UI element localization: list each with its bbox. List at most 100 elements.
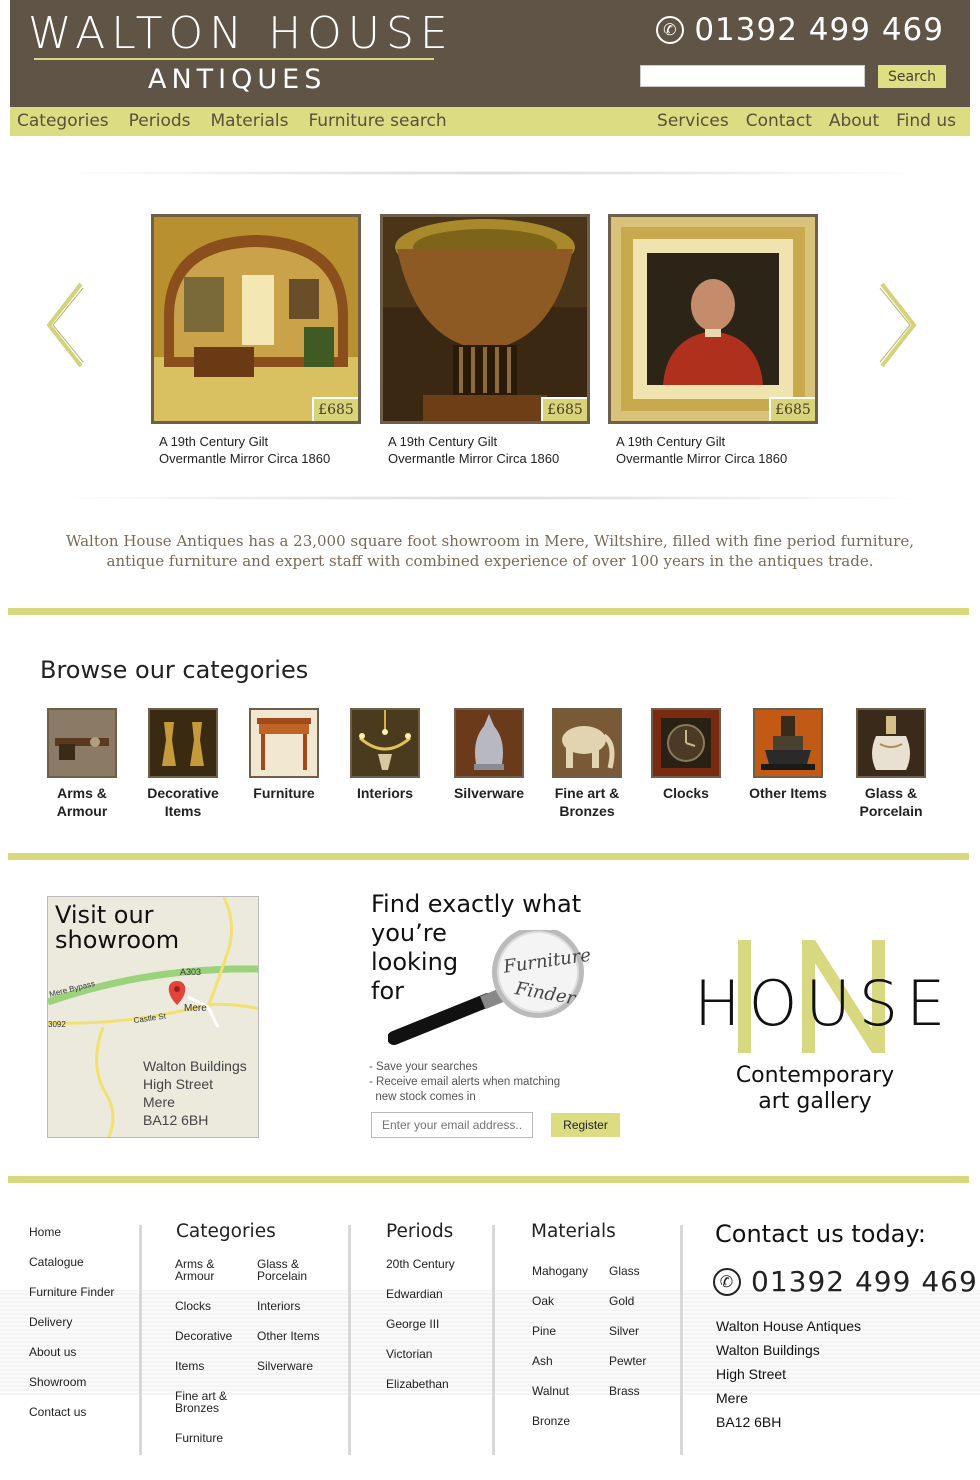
footer-period-elizabethan[interactable]: Elizabethan bbox=[386, 1378, 449, 1390]
address-line: BA12 6BH bbox=[716, 1414, 782, 1430]
footer-link-about-us[interactable]: About us bbox=[29, 1346, 76, 1358]
category-glass-porcelain[interactable]: Glass & Porcelain bbox=[836, 708, 946, 820]
category-silverware[interactable]: Silverware bbox=[434, 708, 544, 802]
carousel-next-button[interactable] bbox=[878, 282, 918, 368]
address-line: Walton Buildings bbox=[716, 1342, 820, 1358]
logo-subtitle[interactable]: ANTIQUES bbox=[148, 64, 326, 95]
finder-bullet: - Save your searches bbox=[369, 1061, 478, 1073]
footer-period-20th-century[interactable]: 20th Century bbox=[386, 1258, 455, 1270]
footer-period-victorian[interactable]: Victorian bbox=[386, 1348, 432, 1360]
category-label: Glass & bbox=[864, 785, 918, 801]
footer-link-contact-us[interactable]: Contact us bbox=[29, 1406, 86, 1418]
showroom-title-line2: showroom bbox=[55, 926, 180, 954]
search-button[interactable]: Search bbox=[878, 65, 946, 88]
product-card[interactable]: £685 A 19th Century Gilt Overmantle Mirr… bbox=[380, 214, 590, 467]
section-band bbox=[8, 608, 969, 615]
category-decorative-items[interactable]: Decorative Items bbox=[128, 708, 238, 820]
nav-materials[interactable]: Materials bbox=[211, 111, 289, 131]
footer-cat-other-items[interactable]: Other Items bbox=[257, 1330, 320, 1342]
footer-cat-arms-armour[interactable]: Arms & Armour bbox=[175, 1258, 214, 1282]
category-other-items[interactable]: Other Items bbox=[733, 708, 843, 802]
finder-title-line: Find exactly what bbox=[371, 890, 582, 918]
footer-periods-title: Periods bbox=[386, 1221, 454, 1242]
product-caption[interactable]: A 19th Century Gilt Overmantle Mirror Ci… bbox=[608, 433, 818, 467]
magnifier-icon[interactable]: Furniture Finder bbox=[388, 930, 598, 1050]
product-card[interactable]: £685 A 19th Century Gilt Overmantle Mirr… bbox=[151, 214, 361, 467]
footer-material-gold[interactable]: Gold bbox=[609, 1295, 634, 1307]
nav-services[interactable]: Services bbox=[657, 111, 729, 131]
footer-material-brass[interactable]: Brass bbox=[609, 1385, 640, 1397]
footer-cat-clocks[interactable]: Clocks bbox=[175, 1300, 211, 1312]
carousel-prev-button[interactable] bbox=[45, 282, 85, 368]
product-title-line1: A 19th Century Gilt bbox=[616, 434, 726, 449]
footer-material-pewter[interactable]: Pewter bbox=[609, 1355, 646, 1367]
footer-phone[interactable]: ✆ 01392 499 469 bbox=[713, 1265, 978, 1298]
footer-material-oak[interactable]: Oak bbox=[532, 1295, 554, 1307]
footer-cat-silverware[interactable]: Silverware bbox=[257, 1360, 313, 1372]
map-town-label: Mere bbox=[184, 1003, 207, 1014]
footer-material-walnut[interactable]: Walnut bbox=[532, 1385, 569, 1397]
footer-material-glass[interactable]: Glass bbox=[609, 1265, 640, 1277]
footer-material-pine[interactable]: Pine bbox=[532, 1325, 556, 1337]
contact-title: Contact us today: bbox=[715, 1220, 926, 1248]
product-title-line2: Overmantle Mirror Circa 1860 bbox=[388, 451, 560, 466]
chevron-left-icon bbox=[46, 282, 84, 368]
product-image[interactable]: £685 bbox=[151, 214, 361, 424]
phone-icon: ✆ bbox=[713, 1267, 741, 1296]
nav-furniture-search[interactable]: Furniture search bbox=[308, 111, 446, 131]
price-tag: £685 bbox=[541, 397, 587, 421]
product-caption[interactable]: A 19th Century Gilt Overmantle Mirror Ci… bbox=[151, 433, 361, 467]
main-nav: Categories Periods Materials Furniture s… bbox=[10, 107, 970, 136]
nav-periods[interactable]: Periods bbox=[129, 111, 191, 131]
footer-cat-fine-art-bronzes[interactable]: Fine art & Bronzes bbox=[175, 1390, 227, 1414]
footer-cat-glass-porcelain[interactable]: Glass & Porcelain bbox=[257, 1258, 307, 1282]
map-road-label: A303 bbox=[180, 967, 201, 977]
footer-period-edwardian[interactable]: Edwardian bbox=[386, 1288, 443, 1300]
footer-cat-items[interactable]: Items bbox=[175, 1360, 204, 1372]
category-thumbnail bbox=[249, 708, 319, 778]
footer-link-home[interactable]: Home bbox=[29, 1226, 61, 1238]
category-interiors[interactable]: Interiors bbox=[330, 708, 440, 802]
footer-material-mahogany[interactable]: Mahogany bbox=[532, 1265, 588, 1277]
category-fine-art-bronzes[interactable]: Fine art & Bronzes bbox=[532, 708, 642, 820]
logo-divider bbox=[34, 58, 434, 60]
product-image[interactable]: £685 bbox=[380, 214, 590, 424]
footer-material-silver[interactable]: Silver bbox=[609, 1325, 639, 1337]
category-label-line2: Items bbox=[164, 803, 202, 819]
email-field[interactable] bbox=[371, 1112, 533, 1138]
footer-cat-decorative[interactable]: Decorative bbox=[175, 1330, 232, 1342]
inhouse-gallery-logo[interactable]: IN HOUSE Contemporary art gallery bbox=[690, 935, 945, 1125]
nav-about[interactable]: About bbox=[829, 111, 879, 131]
chevron-right-icon bbox=[879, 282, 917, 368]
category-label: Furniture bbox=[253, 785, 315, 801]
category-label: Clocks bbox=[663, 785, 709, 801]
address-line: BA12 6BH bbox=[143, 1112, 209, 1128]
product-image[interactable]: £685 bbox=[608, 214, 818, 424]
category-arms-armour[interactable]: Arms & Armour bbox=[27, 708, 137, 820]
nav-categories[interactable]: Categories bbox=[17, 111, 109, 131]
footer-material-ash[interactable]: Ash bbox=[532, 1355, 553, 1367]
footer-cat-interiors[interactable]: Interiors bbox=[257, 1300, 300, 1312]
logo-title[interactable]: WALTON HOUSE bbox=[28, 8, 454, 59]
product-card[interactable]: £685 A 19th Century Gilt Overmantle Mirr… bbox=[608, 214, 818, 467]
footer-material-bronze[interactable]: Bronze bbox=[532, 1415, 570, 1427]
showroom-title-line1: Visit our bbox=[55, 901, 154, 929]
header-phone[interactable]: ✆ 01392 499 469 bbox=[656, 12, 944, 48]
footer-link-showroom[interactable]: Showroom bbox=[29, 1376, 86, 1388]
category-furniture[interactable]: Furniture bbox=[229, 708, 339, 802]
showroom-map[interactable]: A303 Mere Bypass Mere Castle St 3092 Vis… bbox=[47, 896, 259, 1138]
category-clocks[interactable]: Clocks bbox=[631, 708, 741, 802]
register-button[interactable]: Register bbox=[551, 1113, 620, 1137]
category-label: Arms & bbox=[57, 785, 107, 801]
nav-find-us[interactable]: Find us bbox=[896, 111, 956, 131]
footer-cat-furniture[interactable]: Furniture bbox=[175, 1432, 223, 1444]
product-caption[interactable]: A 19th Century Gilt Overmantle Mirror Ci… bbox=[380, 433, 590, 467]
map-broad-label: 3092 bbox=[48, 1020, 66, 1029]
footer-link-furniture-finder[interactable]: Furniture Finder bbox=[29, 1286, 114, 1298]
nav-contact[interactable]: Contact bbox=[746, 111, 812, 131]
footer-period-george-iii[interactable]: George III bbox=[386, 1318, 439, 1330]
intro-text: Walton House Antiques has a 23,000 squar… bbox=[66, 532, 914, 570]
footer-link-catalogue[interactable]: Catalogue bbox=[29, 1256, 84, 1268]
footer-link-delivery[interactable]: Delivery bbox=[29, 1316, 72, 1328]
search-input[interactable] bbox=[640, 65, 865, 87]
